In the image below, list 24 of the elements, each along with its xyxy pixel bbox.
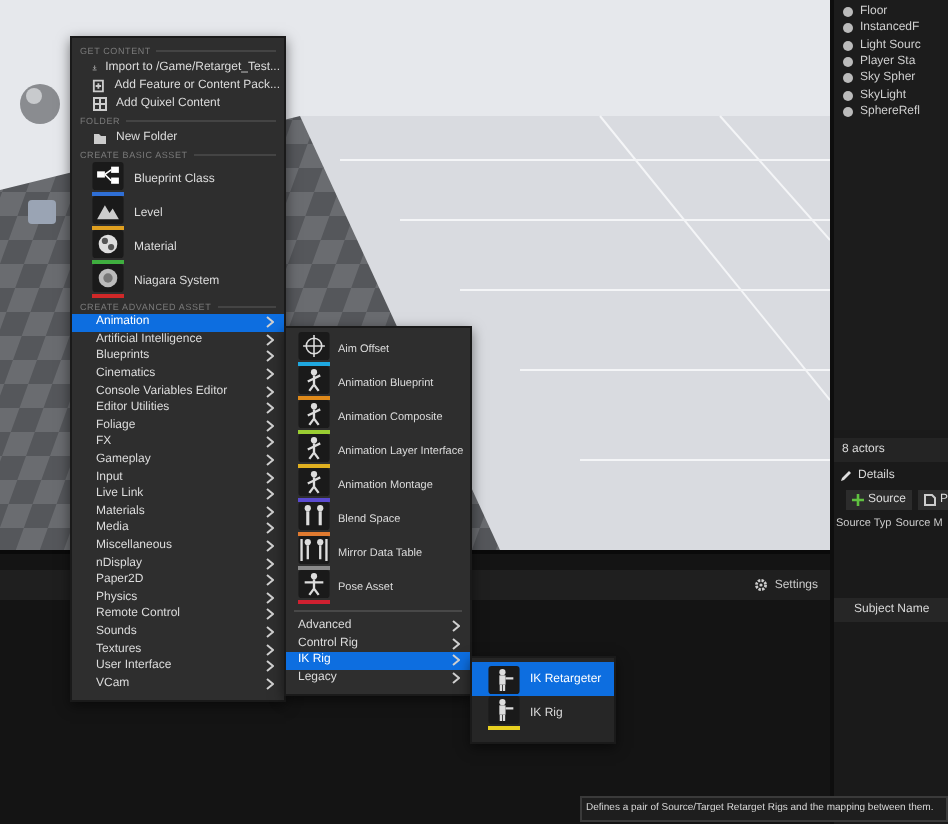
- figure-icon: [298, 366, 330, 394]
- pencil-icon: [840, 470, 852, 482]
- plus-icon: [852, 494, 864, 506]
- crosshair-icon: [298, 332, 330, 360]
- node-graph-icon: [92, 162, 124, 190]
- grid-icon: [92, 95, 108, 111]
- plus-box-icon: [92, 77, 107, 93]
- mountain-icon: [92, 196, 124, 224]
- figure-icon: [298, 400, 330, 428]
- sphere-icon: [92, 264, 124, 292]
- settings-icon: [754, 578, 769, 592]
- figure-icon: [298, 434, 330, 462]
- folder-icon: [92, 129, 108, 145]
- figure-icon: [488, 665, 520, 693]
- figure-icon: [298, 468, 330, 496]
- import-icon: [92, 59, 98, 75]
- sphere-drawing: [20, 84, 60, 124]
- document-icon: [924, 494, 937, 506]
- figure-icon: [488, 696, 520, 724]
- figure-icon: [298, 570, 330, 598]
- figures-icon: [298, 502, 330, 530]
- sphere-icon: [92, 230, 124, 258]
- figures-icon: [298, 536, 330, 564]
- actor-icon: [28, 200, 56, 224]
